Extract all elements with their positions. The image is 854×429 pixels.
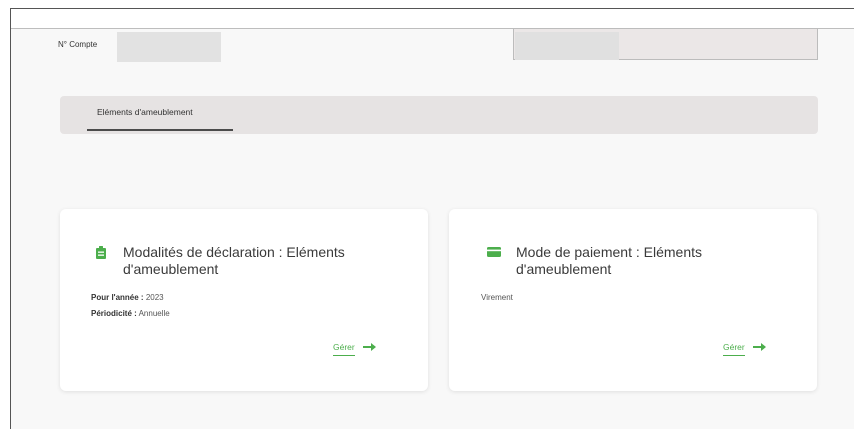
year-line: Pour l'année : 2023 xyxy=(91,293,164,302)
active-tab-indicator xyxy=(87,129,233,131)
periodicity-value: Annuelle xyxy=(138,309,170,318)
manage-payment-button[interactable]: Gérer xyxy=(723,338,766,356)
manage-declaration-button[interactable]: Gérer xyxy=(333,338,376,356)
clipboard-icon xyxy=(94,245,108,259)
arrow-right-icon xyxy=(752,338,766,356)
year-value: 2023 xyxy=(145,293,164,302)
declaration-card: Modalités de déclaration : Eléments d'am… xyxy=(60,209,428,391)
account-name-value-redacted xyxy=(515,32,619,60)
top-bar xyxy=(11,9,854,28)
periodicity-line: Périodicité : Annuelle xyxy=(91,309,170,318)
arrow-right-icon xyxy=(362,338,376,356)
manage-label: Gérer xyxy=(723,342,745,356)
payment-method-value: Virement xyxy=(481,293,513,302)
account-number-value-redacted xyxy=(117,32,221,62)
year-label: Pour l'année : xyxy=(91,293,144,302)
manage-label: Gérer xyxy=(333,342,355,356)
payment-card: Mode de paiement : Eléments d'ameublemen… xyxy=(449,209,817,391)
declaration-card-title: Modalités de déclaration : Eléments d'am… xyxy=(123,244,345,277)
account-number-label: N° Compte xyxy=(58,40,98,49)
payment-card-title: Mode de paiement : Eléments d'ameublemen… xyxy=(516,244,702,277)
credit-card-icon xyxy=(487,245,501,259)
tab-furniture-elements[interactable]: Eléments d'ameublement xyxy=(87,102,233,128)
periodicity-label: Périodicité : xyxy=(91,309,137,318)
